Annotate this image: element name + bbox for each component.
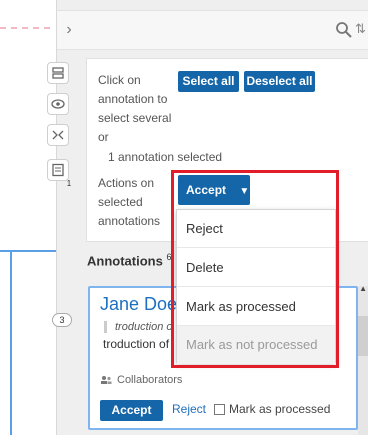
search-icon[interactable] bbox=[335, 21, 353, 39]
annotations-heading-label: Annotations bbox=[87, 253, 163, 269]
annotation-text: troduction of bbox=[103, 337, 170, 351]
menu-item-mark-not-processed: Mark as not processed bbox=[177, 326, 335, 364]
collaborators-label: Collaborators bbox=[117, 374, 183, 386]
annotation-count-badge-small: 1 bbox=[66, 179, 72, 188]
select-all-button[interactable]: Select all bbox=[178, 71, 239, 92]
menu-item-delete[interactable]: Delete bbox=[177, 249, 335, 287]
sort-icon[interactable]: ⇅ bbox=[355, 21, 368, 39]
chevron-right-icon[interactable]: › bbox=[59, 20, 79, 40]
accept-dropdown-label: Accept bbox=[186, 183, 227, 197]
collaborators-row[interactable]: Collaborators bbox=[100, 374, 182, 386]
users-icon bbox=[101, 376, 112, 384]
merge-icon[interactable] bbox=[47, 124, 69, 146]
menu-item-reject[interactable]: Reject bbox=[177, 210, 335, 248]
annotation-highlight-line bbox=[10, 250, 12, 435]
accept-button[interactable]: Accept bbox=[100, 400, 163, 421]
scroll-up-icon[interactable]: ▲ bbox=[359, 284, 367, 293]
scrollbar-thumb[interactable] bbox=[358, 316, 368, 356]
actions-line: Actions on bbox=[98, 176, 155, 190]
actions-line: annotations bbox=[98, 214, 161, 228]
annotation-dashed-line bbox=[0, 27, 50, 29]
selection-hint: Click on annotation to select several or bbox=[98, 71, 171, 147]
scrollbar-track[interactable] bbox=[358, 286, 368, 435]
menu-item-mark-processed[interactable]: Mark as processed bbox=[177, 288, 335, 326]
checkbox[interactable] bbox=[214, 403, 225, 415]
hint-line: Click on bbox=[98, 73, 141, 87]
document-icon[interactable] bbox=[47, 159, 69, 181]
mark-processed-checkbox[interactable]: Mark as processed bbox=[214, 402, 330, 416]
layout-icon[interactable] bbox=[47, 62, 69, 84]
annotations-heading: Annotations 6 bbox=[87, 252, 171, 268]
eye-icon[interactable] bbox=[47, 93, 69, 115]
hint-line: select several bbox=[98, 111, 172, 125]
mark-processed-label: Mark as processed bbox=[229, 402, 331, 416]
reject-link[interactable]: Reject bbox=[172, 402, 206, 416]
actions-line: selected bbox=[98, 195, 143, 209]
annotation-count-badge[interactable]: 3 bbox=[52, 313, 72, 327]
deselect-all-button[interactable]: Deselect all bbox=[244, 71, 315, 92]
actions-label: Actions on selected annotations bbox=[98, 174, 160, 231]
accept-actions-menu: Reject Delete Mark as processed Mark as … bbox=[176, 209, 336, 364]
hint-line: or bbox=[98, 130, 109, 144]
annotation-author: Jane Doe bbox=[100, 294, 178, 314]
accept-dropdown-button[interactable]: Accept ▼ bbox=[178, 175, 250, 205]
hint-line: annotation to bbox=[98, 92, 168, 106]
caret-down-icon: ▼ bbox=[239, 186, 250, 197]
annotations-count: 6 bbox=[166, 252, 172, 262]
sidebar-topbar: › ⇅ bbox=[57, 10, 368, 50]
annotation-quote: troduction o bbox=[104, 321, 172, 333]
selection-count: 1 annotation selected bbox=[108, 150, 223, 164]
